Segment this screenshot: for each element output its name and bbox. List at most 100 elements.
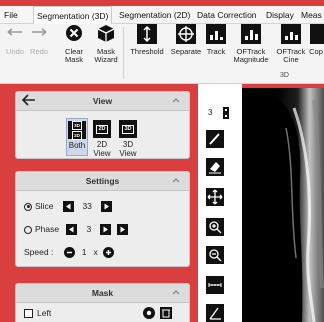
collapse-caret-icon[interactable] bbox=[172, 96, 180, 104]
brush-tool[interactable] bbox=[206, 130, 224, 148]
copy-button[interactable]: Cop bbox=[308, 24, 324, 56]
view-both-icon-2d-text: 2D bbox=[72, 130, 82, 140]
eraser-tool[interactable] bbox=[206, 158, 224, 176]
collapse-caret-icon[interactable] bbox=[172, 288, 180, 296]
menu-segmentation-2d[interactable]: Segmentation (2D) bbox=[119, 6, 190, 24]
phase-value: 3 bbox=[86, 224, 92, 234]
menu-bar: File Segmentation (3D) Segmentation (2D)… bbox=[0, 6, 324, 25]
view-3d-button[interactable]: 3D 3D View bbox=[117, 120, 139, 158]
menu-measure[interactable]: Meas bbox=[301, 6, 322, 24]
oftrack-magnitude-label: OFTrack Magnitude bbox=[233, 47, 269, 64]
angle-tool[interactable] bbox=[206, 304, 224, 322]
trash-icon[interactable] bbox=[160, 307, 172, 319]
view-2d-icon: 2D bbox=[93, 120, 111, 138]
ribbon-group-3d-label: 3D bbox=[280, 72, 289, 79]
speed-unit: x bbox=[93, 247, 98, 257]
ruler-icon bbox=[206, 276, 224, 294]
track-button[interactable]: Track bbox=[204, 24, 228, 56]
menu-data-correction[interactable]: Data Correction bbox=[197, 6, 257, 24]
slice-radio[interactable] bbox=[24, 202, 32, 211]
zoom-out-tool[interactable] bbox=[206, 246, 224, 264]
speed-value: 1 bbox=[81, 247, 87, 257]
view-both-label: Both bbox=[68, 141, 86, 150]
minus-circle-icon[interactable] bbox=[63, 247, 75, 259]
view-both-button[interactable]: 3D 2D Both bbox=[66, 118, 88, 156]
triangle-left-icon bbox=[65, 203, 71, 210]
move-tool[interactable] bbox=[206, 188, 224, 206]
mask-left-row: Left bbox=[24, 306, 51, 320]
oftrack-cine-label: OFTrack Cine bbox=[276, 47, 306, 64]
mask-left-label: Left bbox=[37, 308, 52, 318]
redo-button[interactable]: Redo bbox=[27, 24, 51, 56]
collapse-caret-icon[interactable] bbox=[172, 176, 180, 184]
phase-play-button[interactable] bbox=[116, 224, 128, 236]
brush-icon bbox=[206, 130, 224, 148]
triangle-right-icon bbox=[103, 226, 109, 233]
slice-value: 33 bbox=[82, 201, 92, 211]
phase-next-button[interactable] bbox=[100, 224, 112, 236]
view-2d-button[interactable]: 2D 2D View bbox=[91, 120, 113, 158]
zoom-out-icon bbox=[206, 246, 224, 264]
threshold-icon bbox=[137, 24, 157, 46]
copy-label: Cop bbox=[309, 47, 323, 56]
slice-prev-button[interactable] bbox=[62, 201, 74, 213]
move-arrows-icon bbox=[206, 188, 224, 206]
mask-left-checkbox[interactable] bbox=[24, 309, 33, 319]
menu-display[interactable]: Display bbox=[266, 6, 294, 24]
oftrack-cine-button[interactable]: OFTrack Cine bbox=[274, 24, 308, 64]
image-viewer[interactable] bbox=[242, 88, 324, 322]
measure-tool[interactable] bbox=[206, 276, 224, 294]
plus-circle-icon[interactable] bbox=[103, 247, 115, 259]
undo-button[interactable]: Undo bbox=[3, 24, 27, 56]
separate-button[interactable]: Separate bbox=[168, 24, 204, 56]
oftrack-magnitude-button[interactable]: OFTrack Magnitude bbox=[230, 24, 272, 64]
slice-row: Slice 33 bbox=[24, 199, 112, 213]
view-3d-label: 3D View bbox=[119, 140, 137, 158]
tool-counter: 3 bbox=[208, 108, 213, 117]
phase-radio[interactable] bbox=[24, 225, 32, 234]
threshold-label: Threshold bbox=[130, 47, 164, 56]
view-3d-icon: 3D bbox=[119, 120, 137, 138]
gear-icon[interactable] bbox=[143, 307, 155, 319]
copy-icon bbox=[308, 24, 324, 46]
phase-prev-button[interactable] bbox=[66, 224, 78, 236]
view-card-header[interactable]: View bbox=[16, 92, 189, 111]
close-circle-icon bbox=[64, 24, 84, 46]
menu-segmentation-3d[interactable]: Segmentation (3D) bbox=[33, 6, 113, 25]
undo-arrow-icon bbox=[5, 24, 25, 46]
clear-mask-label: Clear Mask bbox=[65, 47, 83, 64]
settings-card-header[interactable]: Settings bbox=[16, 172, 189, 191]
tool-column: 3 bbox=[198, 84, 242, 322]
view-3d-icon-text: 3D bbox=[122, 124, 134, 134]
track-bars-icon bbox=[206, 24, 226, 46]
mask-wizard-label: Mask Wizard bbox=[94, 47, 118, 64]
menu-file[interactable]: File bbox=[4, 6, 18, 24]
speed-label: Speed : bbox=[24, 247, 54, 257]
mask-card-title: Mask bbox=[91, 288, 114, 298]
redo-label: Redo bbox=[30, 47, 48, 56]
cube-icon bbox=[96, 24, 116, 46]
angle-icon bbox=[206, 304, 224, 322]
speed-row: Speed : 1 x bbox=[24, 245, 115, 259]
view-card: View 3D 2D Both 2D 2D View 3D 3D View bbox=[15, 91, 190, 159]
zoom-in-icon bbox=[206, 218, 224, 236]
triangle-right-icon bbox=[104, 203, 109, 210]
separate-label: Separate bbox=[170, 47, 202, 56]
mask-wizard-button[interactable]: Mask Wizard bbox=[91, 24, 121, 64]
redo-arrow-icon bbox=[29, 24, 49, 46]
mri-slice-image bbox=[242, 88, 324, 322]
back-arrow-icon[interactable] bbox=[22, 94, 36, 106]
spinner-icon[interactable] bbox=[223, 107, 229, 119]
threshold-button[interactable]: Threshold bbox=[127, 24, 167, 56]
play-icon bbox=[120, 226, 125, 233]
view-card-title: View bbox=[92, 96, 113, 106]
clear-mask-button[interactable]: Clear Mask bbox=[59, 24, 89, 64]
slice-next-button[interactable] bbox=[100, 201, 112, 213]
view-2d-label: 2D View bbox=[93, 140, 111, 158]
oftrack-magnitude-icon bbox=[241, 24, 261, 46]
zoom-in-tool[interactable] bbox=[206, 218, 224, 236]
mask-card-header[interactable]: Mask bbox=[16, 284, 189, 303]
settings-card-title: Settings bbox=[85, 176, 120, 186]
crosshair-circle-icon bbox=[176, 24, 196, 46]
undo-label: Undo bbox=[6, 47, 24, 56]
